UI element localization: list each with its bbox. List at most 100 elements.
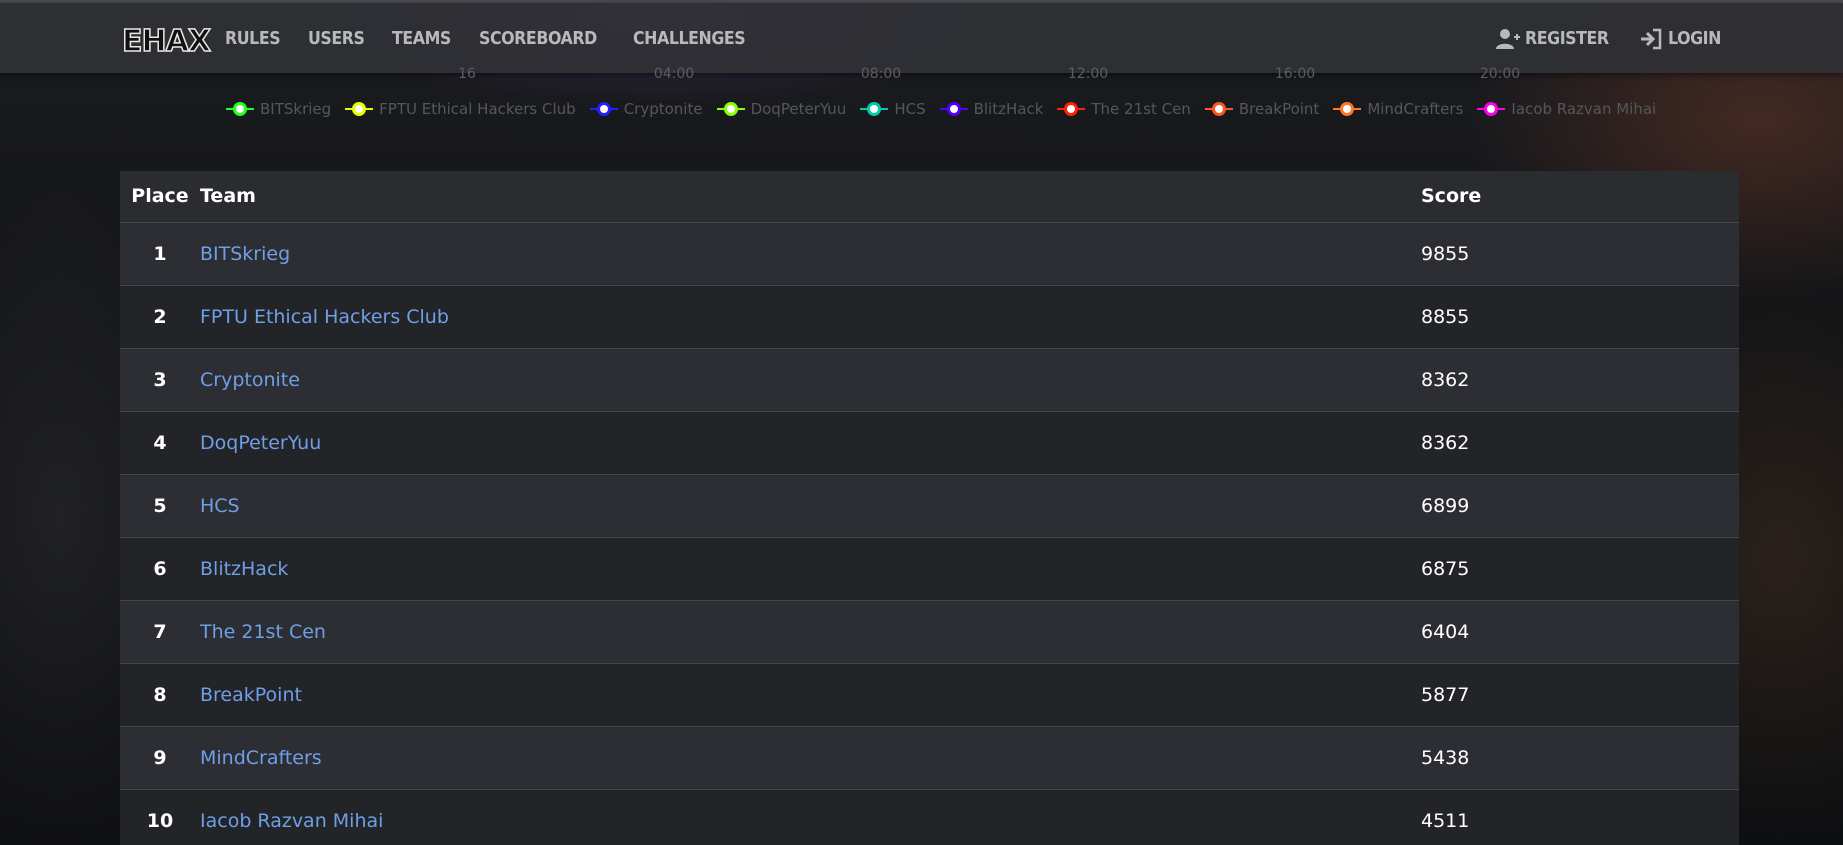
scoreboard-table: Place Team Score 1 BITSkrieg 9855 2 FPTU Eth…	[120, 171, 1739, 845]
team-cell: BreakPoint	[200, 663, 1421, 726]
team-cell: BITSkrieg	[200, 222, 1421, 285]
score-cell: 8855	[1421, 305, 1470, 328]
table-row: 5 HCS 6899	[120, 474, 1739, 537]
place-cell: 7	[153, 620, 167, 643]
nav-auth: REGISTER LOGIN	[1495, 27, 1728, 51]
legend-item[interactable]: BreakPoint	[1204, 100, 1320, 118]
legend-item[interactable]: HCS	[860, 100, 926, 118]
score-cell: 9855	[1421, 242, 1470, 265]
legend-marker-icon	[1477, 102, 1506, 116]
legend-item[interactable]: BlitzHack	[939, 100, 1044, 118]
team-link[interactable]: MindCrafters	[200, 747, 322, 769]
team-cell: FPTU Ethical Hackers Club	[200, 285, 1421, 348]
table-row: 4 DoqPeterYuu 8362	[120, 411, 1739, 474]
table-row: 8 BreakPoint 5877	[120, 663, 1739, 726]
legend-item[interactable]: FPTU Ethical Hackers Club	[345, 100, 576, 118]
table-row: 3 Cryptonite 8362	[120, 348, 1739, 411]
team-link[interactable]: Iacob Razvan Mihai	[200, 810, 383, 832]
legend-label: FPTU Ethical Hackers Club	[379, 100, 576, 118]
legend-item[interactable]: BITSkrieg	[226, 100, 331, 118]
table-row: 1 BITSkrieg 9855	[120, 222, 1739, 285]
team-cell: DoqPeterYuu	[200, 411, 1421, 474]
chart-x-axis: 16 04:00 08:00 12:00 16:00 20:00	[0, 66, 1843, 86]
legend-marker-icon	[716, 102, 745, 116]
legend-marker-icon	[860, 102, 889, 116]
team-cell: MindCrafters	[200, 726, 1421, 789]
nav-links: RULES USERS TEAMS SCOREBOARD CHALLENGES	[225, 27, 760, 51]
score-cell: 6404	[1421, 620, 1470, 643]
team-link[interactable]: BreakPoint	[200, 684, 302, 706]
nav-link-teams[interactable]: TEAMS	[392, 27, 451, 51]
place-cell: 2	[153, 305, 167, 328]
place-cell: 9	[153, 746, 167, 769]
table-row: 7 The 21st Cen 6404	[120, 600, 1739, 663]
navbar: EHAX RULES USERS TEAMS SCOREBOARD CHALLE…	[0, 3, 1843, 73]
legend-item[interactable]: DoqPeterYuu	[716, 100, 847, 118]
nav-link-challenges[interactable]: CHALLENGES	[633, 27, 746, 51]
site-logo[interactable]: EHAX	[121, 24, 211, 60]
legend-label: BlitzHack	[973, 100, 1044, 118]
legend-label: Cryptonite	[623, 100, 703, 118]
table-row: 2 FPTU Ethical Hackers Club 8855	[120, 285, 1739, 348]
login-link[interactable]: LOGIN	[1638, 27, 1728, 51]
legend-label: The 21st Cen	[1091, 100, 1191, 118]
place-cell: 10	[146, 809, 174, 832]
score-cell: 6875	[1421, 557, 1470, 580]
legend-item[interactable]: MindCrafters	[1333, 100, 1463, 118]
chart-legend: BITSkrieg FPTU Ethical Hackers Club Crypto…	[226, 100, 1656, 118]
score-cell: 5877	[1421, 683, 1470, 706]
team-link[interactable]: HCS	[200, 495, 240, 517]
team-cell: HCS	[200, 474, 1421, 537]
place-cell: 6	[153, 557, 167, 580]
team-header: Team	[200, 185, 256, 208]
legend-marker-icon	[1057, 102, 1086, 116]
nav-link-scoreboard[interactable]: SCOREBOARD	[479, 27, 597, 51]
table-row: 6 BlitzHack 6875	[120, 537, 1739, 600]
team-cell: Iacob Razvan Mihai	[200, 789, 1421, 845]
x-tick: 16:00	[1274, 66, 1316, 82]
score-header: Score	[1421, 185, 1482, 208]
place-header: Place	[131, 185, 189, 208]
place-cell: 8	[153, 683, 167, 706]
legend-item[interactable]: Cryptonite	[589, 100, 703, 118]
team-cell: BlitzHack	[200, 537, 1421, 600]
place-cell: 4	[153, 431, 167, 454]
score-cell: 5438	[1421, 746, 1470, 769]
x-tick: 16	[458, 66, 476, 82]
register-link[interactable]: REGISTER	[1495, 27, 1620, 51]
team-link[interactable]: Cryptonite	[200, 369, 300, 391]
legend-label: DoqPeterYuu	[750, 100, 847, 118]
place-cell: 5	[153, 494, 167, 517]
legend-marker-icon	[1333, 102, 1362, 116]
score-cell: 6899	[1421, 494, 1470, 517]
score-cell: 8362	[1421, 368, 1470, 391]
score-cell: 8362	[1421, 431, 1470, 454]
legend-marker-icon	[345, 102, 374, 116]
legend-label: MindCrafters	[1367, 100, 1464, 118]
team-link[interactable]: FPTU Ethical Hackers Club	[200, 306, 449, 328]
x-tick: 20:00	[1479, 66, 1521, 82]
legend-marker-icon	[939, 102, 968, 116]
legend-label: BITSkrieg	[260, 100, 332, 118]
legend-label: Iacob Razvan Mihai	[1511, 100, 1657, 118]
nav-link-users[interactable]: USERS	[308, 27, 365, 51]
legend-item[interactable]: Iacob Razvan Mihai	[1477, 100, 1656, 118]
place-cell: 3	[153, 368, 167, 391]
team-link[interactable]: BlitzHack	[200, 558, 288, 580]
score-cell: 4511	[1421, 809, 1470, 832]
nav-link-rules[interactable]: RULES	[225, 27, 281, 51]
x-tick: 12:00	[1067, 66, 1109, 82]
team-link[interactable]: DoqPeterYuu	[200, 432, 321, 454]
legend-item[interactable]: The 21st Cen	[1057, 100, 1191, 118]
sign-in-icon	[1640, 28, 1662, 50]
user-plus-icon	[1495, 29, 1520, 49]
table-row: 9 MindCrafters 5438	[120, 726, 1739, 789]
legend-marker-icon	[226, 102, 254, 116]
legend-marker-icon	[1204, 102, 1233, 116]
legend-label: BreakPoint	[1238, 100, 1320, 118]
team-link[interactable]: The 21st Cen	[200, 621, 326, 643]
table-row: 10 Iacob Razvan Mihai 4511	[120, 789, 1739, 845]
team-cell: The 21st Cen	[200, 600, 1421, 663]
x-tick: 04:00	[653, 66, 695, 82]
team-link[interactable]: BITSkrieg	[200, 243, 290, 265]
